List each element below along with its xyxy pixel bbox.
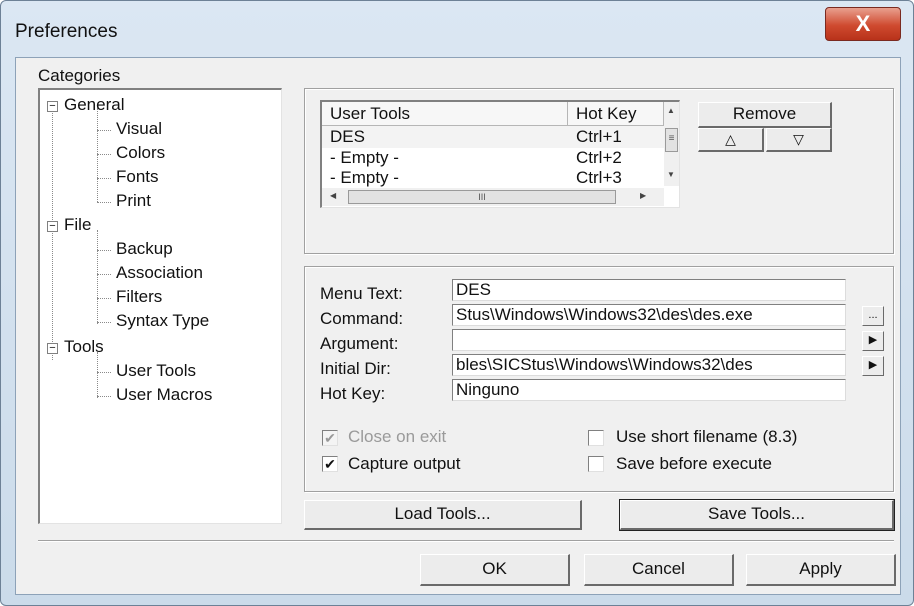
tree-connector — [97, 274, 111, 275]
use-short-filename-label: Use short filename (8.3) — [616, 427, 798, 446]
divider — [38, 540, 894, 542]
close-on-exit-label: Close on exit — [348, 427, 447, 446]
save-before-execute-label: Save before execute — [616, 454, 772, 473]
use-short-filename-checkbox[interactable] — [588, 430, 604, 446]
check-icon: ✔ — [324, 430, 336, 446]
tool-name-cell: DES — [330, 127, 365, 146]
tree-item-syntax-type[interactable]: Syntax Type — [116, 311, 209, 331]
cancel-button[interactable]: Cancel — [584, 554, 734, 586]
check-icon: ✔ — [324, 456, 336, 472]
argument-menu-button[interactable]: ▶ — [862, 331, 884, 351]
tree-item-tools[interactable]: Tools — [64, 337, 104, 357]
user-tools-list[interactable]: User Tools Hot Key ▲ ≡ ▼ DES Ctrl+1 - Em… — [320, 100, 680, 208]
tree-item-print[interactable]: Print — [116, 191, 151, 211]
tree-connector — [97, 154, 111, 155]
tree-connector — [97, 352, 98, 398]
close-button[interactable]: X — [825, 7, 901, 41]
categories-label: Categories — [38, 66, 121, 85]
scroll-down-icon[interactable]: ▼ — [667, 170, 675, 179]
table-row[interactable]: DES Ctrl+1 — [322, 126, 664, 148]
tool-name-cell: - Empty - — [330, 148, 399, 167]
initial-dir-menu-button[interactable]: ▶ — [862, 356, 884, 376]
command-label: Command: — [320, 309, 404, 328]
tree-connector — [97, 298, 111, 299]
hotkey-cell: Ctrl+1 — [576, 127, 622, 146]
save-tools-button[interactable]: Save Tools... — [619, 499, 895, 531]
tree-connector — [52, 108, 53, 360]
categories-tree[interactable]: − General Visual Colors Fonts Print − Fi… — [38, 88, 282, 524]
close-on-exit-checkbox[interactable]: ✔ — [322, 430, 338, 446]
scroll-left-icon[interactable]: ◀ — [330, 191, 336, 200]
tree-connector — [97, 322, 111, 323]
tree-connector — [97, 372, 111, 373]
title-bar[interactable]: Preferences X — [1, 1, 913, 59]
close-icon: X — [855, 11, 871, 36]
command-field[interactable]: Stus\Windows\Windows32\des\des.exe — [452, 304, 846, 326]
tree-item-filters[interactable]: Filters — [116, 287, 162, 307]
tree-item-fonts[interactable]: Fonts — [116, 167, 159, 187]
collapse-icon[interactable]: − — [47, 343, 58, 354]
hot-key-field[interactable]: Ninguno — [452, 379, 846, 401]
scroll-thumb[interactable]: ≡ — [665, 128, 678, 152]
scroll-thumb[interactable]: III — [348, 190, 616, 204]
tree-item-file[interactable]: File — [64, 215, 91, 235]
tree-connector — [97, 130, 111, 131]
tree-connector — [97, 230, 98, 324]
tool-name-cell: - Empty - — [330, 168, 399, 187]
tree-item-colors[interactable]: Colors — [116, 143, 165, 163]
save-before-execute-checkbox[interactable] — [588, 456, 604, 472]
column-header-hot-key[interactable]: Hot Key — [568, 102, 664, 126]
table-row[interactable]: - Empty - Ctrl+3 — [322, 168, 664, 188]
tree-item-association[interactable]: Association — [116, 263, 203, 283]
collapse-icon[interactable]: − — [47, 101, 58, 112]
tree-connector — [97, 396, 111, 397]
load-tools-button[interactable]: Load Tools... — [304, 500, 582, 530]
browse-command-button[interactable]: ... — [862, 306, 884, 326]
capture-output-label: Capture output — [348, 454, 461, 473]
tree-connector — [97, 178, 111, 179]
tree-item-user-macros[interactable]: User Macros — [116, 385, 212, 405]
preferences-window: Preferences X Categories − General Visua… — [0, 0, 914, 606]
window-title: Preferences — [15, 21, 118, 42]
move-down-button[interactable]: ▽ — [766, 128, 832, 152]
initial-dir-label: Initial Dir: — [320, 359, 391, 378]
move-up-button[interactable]: △ — [698, 128, 764, 152]
argument-field[interactable] — [452, 329, 846, 351]
horizontal-scrollbar[interactable]: ◀ III ▶ — [322, 188, 664, 206]
column-header-user-tools[interactable]: User Tools — [322, 102, 568, 126]
scroll-up-icon[interactable]: ▲ — [667, 106, 675, 115]
vertical-scrollbar[interactable]: ▲ ≡ ▼ — [664, 102, 679, 186]
table-row[interactable]: - Empty - Ctrl+2 — [322, 148, 664, 168]
tree-item-visual[interactable]: Visual — [116, 119, 162, 139]
tree-item-general[interactable]: General — [64, 95, 124, 115]
remove-button[interactable]: Remove — [698, 102, 832, 128]
tree-item-user-tools[interactable]: User Tools — [116, 361, 196, 381]
hotkey-cell: Ctrl+3 — [576, 168, 622, 187]
collapse-icon[interactable]: − — [47, 221, 58, 232]
scroll-right-icon[interactable]: ▶ — [640, 191, 646, 200]
ellipsis-icon: ... — [868, 309, 878, 321]
tree-item-backup[interactable]: Backup — [116, 239, 173, 259]
arrow-down-icon: ▽ — [793, 131, 804, 147]
argument-label: Argument: — [320, 334, 399, 353]
initial-dir-field[interactable]: bles\SICStus\Windows\Windows32\des — [452, 354, 846, 376]
arrow-right-icon: ▶ — [868, 359, 878, 371]
tree-connector — [97, 108, 98, 202]
apply-button[interactable]: Apply — [746, 554, 896, 586]
arrow-up-icon: △ — [725, 131, 736, 147]
arrow-right-icon: ▶ — [868, 334, 878, 346]
hotkey-cell: Ctrl+2 — [576, 148, 622, 167]
tree-connector — [97, 202, 111, 203]
capture-output-checkbox[interactable]: ✔ — [322, 456, 338, 472]
menu-text-label: Menu Text: — [320, 284, 403, 303]
hot-key-label: Hot Key: — [320, 384, 386, 403]
ok-button[interactable]: OK — [420, 554, 570, 586]
tree-connector — [97, 250, 111, 251]
dialog-body: Categories − General Visual Colors Fonts… — [15, 57, 901, 595]
menu-text-field[interactable]: DES — [452, 279, 846, 301]
